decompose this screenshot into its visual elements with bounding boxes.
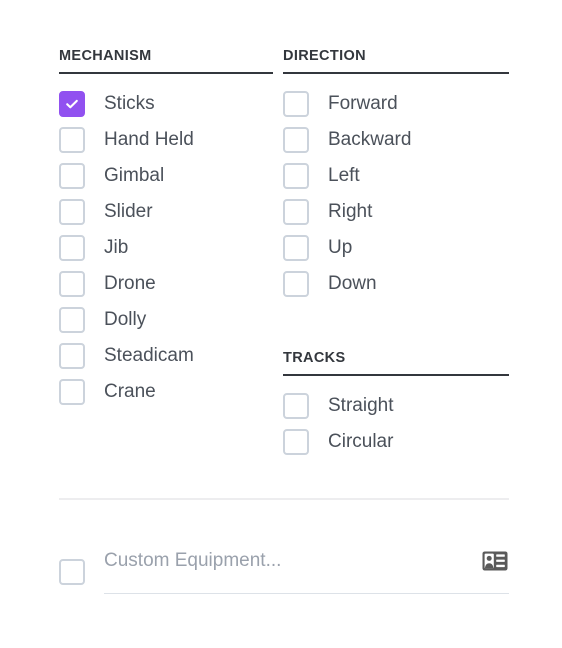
direction-section-header: DIRECTION [283, 47, 509, 74]
checkbox-row-mechanism-jib[interactable]: Jib [59, 230, 273, 266]
checkbox-row-direction-forward[interactable]: Forward [283, 86, 509, 122]
checkbox-tracks-straight[interactable] [283, 393, 309, 419]
checkbox-label: Dolly [104, 309, 147, 330]
checkbox-row-tracks-circular[interactable]: Circular [283, 424, 509, 460]
checkbox-label: Gimbal [104, 165, 165, 186]
checkbox-label: Jib [104, 237, 129, 258]
checkbox-direction-forward[interactable] [283, 91, 309, 117]
checkbox-label: Up [328, 237, 353, 258]
checkbox-direction-left[interactable] [283, 163, 309, 189]
checkbox-mechanism-jib[interactable] [59, 235, 85, 261]
checkbox-row-mechanism-crane[interactable]: Crane [59, 374, 273, 410]
mechanism-section-header: MECHANISM [59, 47, 273, 74]
tracks-section-header: TRACKS [283, 349, 509, 376]
checkbox-direction-right[interactable] [283, 199, 309, 225]
checkbox-row-mechanism-hand-held[interactable]: Hand Held [59, 122, 273, 158]
checkbox-row-direction-left[interactable]: Left [283, 158, 509, 194]
checkbox-row-mechanism-slider[interactable]: Slider [59, 194, 273, 230]
checkbox-row-mechanism-gimbal[interactable]: Gimbal [59, 158, 273, 194]
checkbox-label: Forward [328, 93, 398, 114]
checkbox-row-mechanism-steadicam[interactable]: Steadicam [59, 338, 273, 374]
contact-card-icon[interactable] [482, 551, 508, 571]
checkbox-mechanism-sticks[interactable] [59, 91, 85, 117]
tracks-options-list: Straight Circular [283, 376, 509, 460]
checkbox-label: Steadicam [104, 345, 194, 366]
checkbox-mechanism-steadicam[interactable] [59, 343, 85, 369]
checkbox-mechanism-dolly[interactable] [59, 307, 85, 333]
checkbox-row-direction-backward[interactable]: Backward [283, 122, 509, 158]
checkbox-label: Drone [104, 273, 156, 294]
checkbox-row-direction-up[interactable]: Up [283, 230, 509, 266]
checkbox-label: Left [328, 165, 360, 186]
checkmark-icon [61, 93, 83, 115]
checkbox-label: Backward [328, 129, 412, 150]
checkbox-mechanism-hand-held[interactable] [59, 127, 85, 153]
checkbox-label: Right [328, 201, 373, 222]
checkbox-mechanism-slider[interactable] [59, 199, 85, 225]
direction-section: DIRECTION Forward Backward Left Right Up Down [283, 47, 509, 302]
checkbox-label: Crane [104, 381, 156, 402]
checkbox-mechanism-gimbal[interactable] [59, 163, 85, 189]
checkbox-label: Sticks [104, 93, 155, 114]
custom-equipment-field[interactable]: Custom Equipment... [104, 549, 509, 594]
checkbox-mechanism-drone[interactable] [59, 271, 85, 297]
checkbox-row-direction-down[interactable]: Down [283, 266, 509, 302]
section-divider [59, 498, 509, 500]
custom-equipment-row: Custom Equipment... [59, 549, 509, 594]
checkbox-label: Hand Held [104, 129, 194, 150]
custom-equipment-placeholder: Custom Equipment... [104, 550, 282, 571]
equipment-filter-panel: MECHANISM Sticks Hand Held Gimbal Slider Jib… [0, 0, 562, 648]
checkbox-tracks-circular[interactable] [283, 429, 309, 455]
checkbox-label: Straight [328, 395, 394, 416]
checkbox-label: Circular [328, 431, 394, 452]
checkbox-row-mechanism-sticks[interactable]: Sticks [59, 86, 273, 122]
checkbox-direction-down[interactable] [283, 271, 309, 297]
checkbox-row-tracks-straight[interactable]: Straight [283, 388, 509, 424]
custom-equipment-checkbox[interactable] [59, 558, 85, 585]
direction-options-list: Forward Backward Left Right Up Down [283, 74, 509, 302]
checkbox-direction-backward[interactable] [283, 127, 309, 153]
tracks-section: TRACKS Straight Circular [283, 349, 509, 460]
checkbox-mechanism-crane[interactable] [59, 379, 85, 405]
checkbox-row-direction-right[interactable]: Right [283, 194, 509, 230]
checkbox-row-mechanism-dolly[interactable]: Dolly [59, 302, 273, 338]
checkbox-direction-up[interactable] [283, 235, 309, 261]
mechanism-section: MECHANISM Sticks Hand Held Gimbal Slider Jib… [59, 47, 273, 410]
checkbox-row-mechanism-drone[interactable]: Drone [59, 266, 273, 302]
checkbox-label: Down [328, 273, 377, 294]
mechanism-options-list: Sticks Hand Held Gimbal Slider Jib Drone Dolly… [59, 74, 273, 410]
checkbox-label: Slider [104, 201, 153, 222]
